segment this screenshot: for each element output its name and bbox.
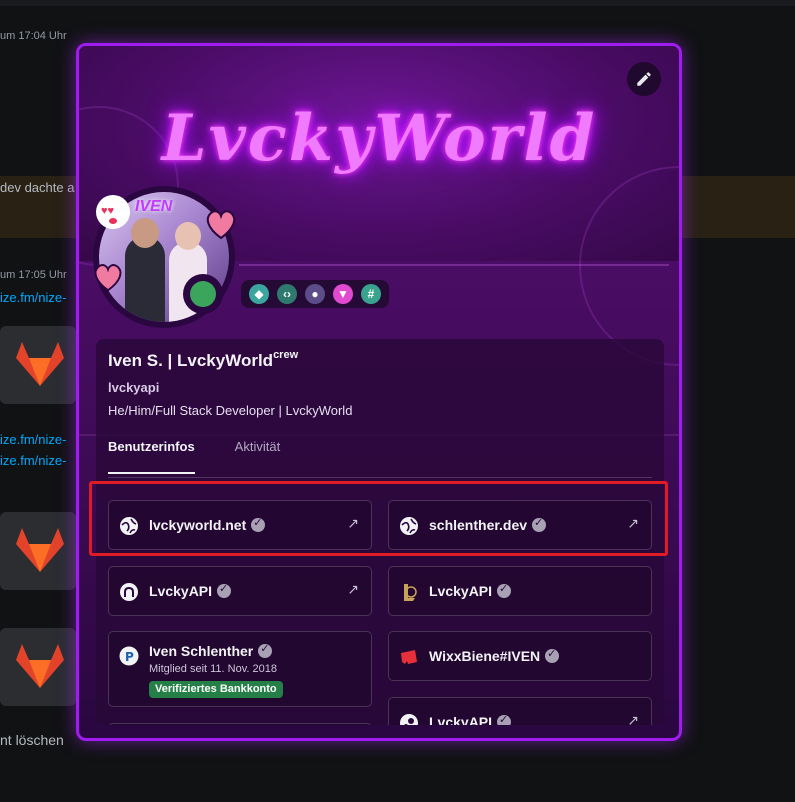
member-since: Mitglied seit 11. Nov. 2018: [149, 663, 277, 675]
gitlab-thumbnail[interactable]: [0, 628, 76, 706]
verified-check-icon: [217, 582, 232, 598]
paypal-icon: P: [119, 646, 139, 666]
message-snippet: dev dachte a: [0, 180, 75, 195]
heart-icon: [94, 264, 122, 292]
message-link[interactable]: ize.fm/nize-: [0, 290, 66, 305]
connection-github[interactable]: LvckyAPI ↗: [108, 566, 372, 616]
top-bar: [0, 0, 795, 6]
message-timestamp: um 17:05 Uhr: [0, 269, 67, 281]
connection-label: WixxBiene#IVEN: [429, 647, 560, 664]
connection-label-text: LvckyAPI: [429, 583, 493, 599]
profile-tabs: Benutzerinfos Aktivität: [108, 439, 320, 474]
verified-check-icon: [545, 647, 560, 663]
avatar-tag: IVEN: [135, 198, 173, 215]
username[interactable]: lvckyapi: [108, 380, 159, 395]
gitlab-thumbnail[interactable]: [0, 512, 76, 590]
connection-partial[interactable]: [108, 723, 372, 725]
message-link[interactable]: ize.fm/nize-: [0, 453, 66, 468]
name-suffix: crew: [273, 349, 299, 361]
gitlab-icon: [16, 528, 64, 572]
svg-text:P: P: [125, 650, 134, 664]
message-link[interactable]: ize.fm/nize-: [0, 432, 66, 447]
connection-label-text: WixxBiene#IVEN: [429, 648, 541, 664]
connection-league-of-legends[interactable]: LvckyAPI: [388, 566, 652, 616]
external-link-icon[interactable]: ↗: [627, 712, 639, 725]
verified-bank-badge: Verifiziertes Bankkonto: [149, 681, 283, 698]
nitro-badge-icon[interactable]: ●: [305, 284, 325, 304]
tab-activity[interactable]: Aktivität: [235, 439, 281, 474]
connection-label: Iven Schlenther: [149, 642, 273, 659]
connection-riot-games[interactable]: WixxBiene#IVEN: [388, 631, 652, 681]
boost-badge-icon[interactable]: ▼: [333, 284, 353, 304]
decorative-line: [239, 264, 669, 266]
display-name-text: Iven S. | LvckyWorld: [108, 351, 274, 370]
message-timestamp: um 17:04 Uhr: [0, 30, 67, 42]
connection-label: LvckyAPI: [429, 582, 512, 599]
pronouns: He/Him/Full Stack Developer | LvckyWorld: [108, 403, 353, 418]
banner-decoration: [579, 166, 679, 366]
message-snippet: nt löschen: [0, 732, 64, 748]
online-status-dot: [190, 281, 216, 307]
svg-text:♥♥: ♥♥: [101, 205, 114, 217]
connection-steam[interactable]: LvckyAPI ↗: [388, 697, 652, 725]
gitlab-icon: [16, 644, 64, 688]
connection-label-text: LvckyAPI: [429, 714, 493, 725]
verified-check-icon: [497, 582, 512, 598]
tab-divider: [108, 477, 652, 478]
external-link-icon[interactable]: ↗: [347, 581, 359, 598]
connection-label: LvckyAPI: [429, 713, 512, 725]
connection-paypal[interactable]: P Iven Schlenther Mitglied seit 11. Nov.…: [108, 631, 372, 707]
status-indicator: [183, 274, 223, 314]
league-of-legends-icon: [404, 584, 417, 601]
github-icon: [120, 583, 138, 601]
gitlab-thumbnail[interactable]: [0, 326, 76, 404]
connection-label: LvckyAPI: [149, 582, 232, 599]
avatar-figure: [125, 236, 165, 322]
verified-check-icon: [258, 642, 273, 658]
avatar-figure: [131, 218, 159, 248]
tab-user-info[interactable]: Benutzerinfos: [108, 439, 195, 474]
heart-eyes-ghost-icon: ♥♥: [96, 195, 130, 229]
hypesquad-badge-icon[interactable]: ◆: [249, 284, 269, 304]
pencil-icon: [637, 72, 651, 86]
banner-title: LvckyWorld: [161, 101, 597, 176]
edit-profile-button[interactable]: [627, 62, 661, 96]
riot-games-icon: [401, 650, 417, 664]
badge-list: ◆ ‹› ● ▼ #: [241, 280, 389, 308]
display-name: Iven S. | LvckyWorldcrew: [108, 349, 299, 371]
avatar-figure: [175, 222, 201, 250]
connection-label-text: Iven Schlenther: [149, 643, 254, 659]
hashtag-badge-icon[interactable]: #: [361, 284, 381, 304]
gitlab-icon: [16, 342, 64, 386]
profile-popout: LvckyWorld IVEN ♥♥ ◆ ‹› ● ▼ # Iven S. | …: [76, 43, 682, 741]
verified-check-icon: [497, 713, 512, 725]
active-developer-badge-icon[interactable]: ‹›: [277, 284, 297, 304]
connection-label-text: LvckyAPI: [149, 583, 213, 599]
heart-icon: [206, 210, 236, 240]
steam-icon: [400, 714, 418, 725]
annotation-highlight-box: [89, 481, 668, 556]
